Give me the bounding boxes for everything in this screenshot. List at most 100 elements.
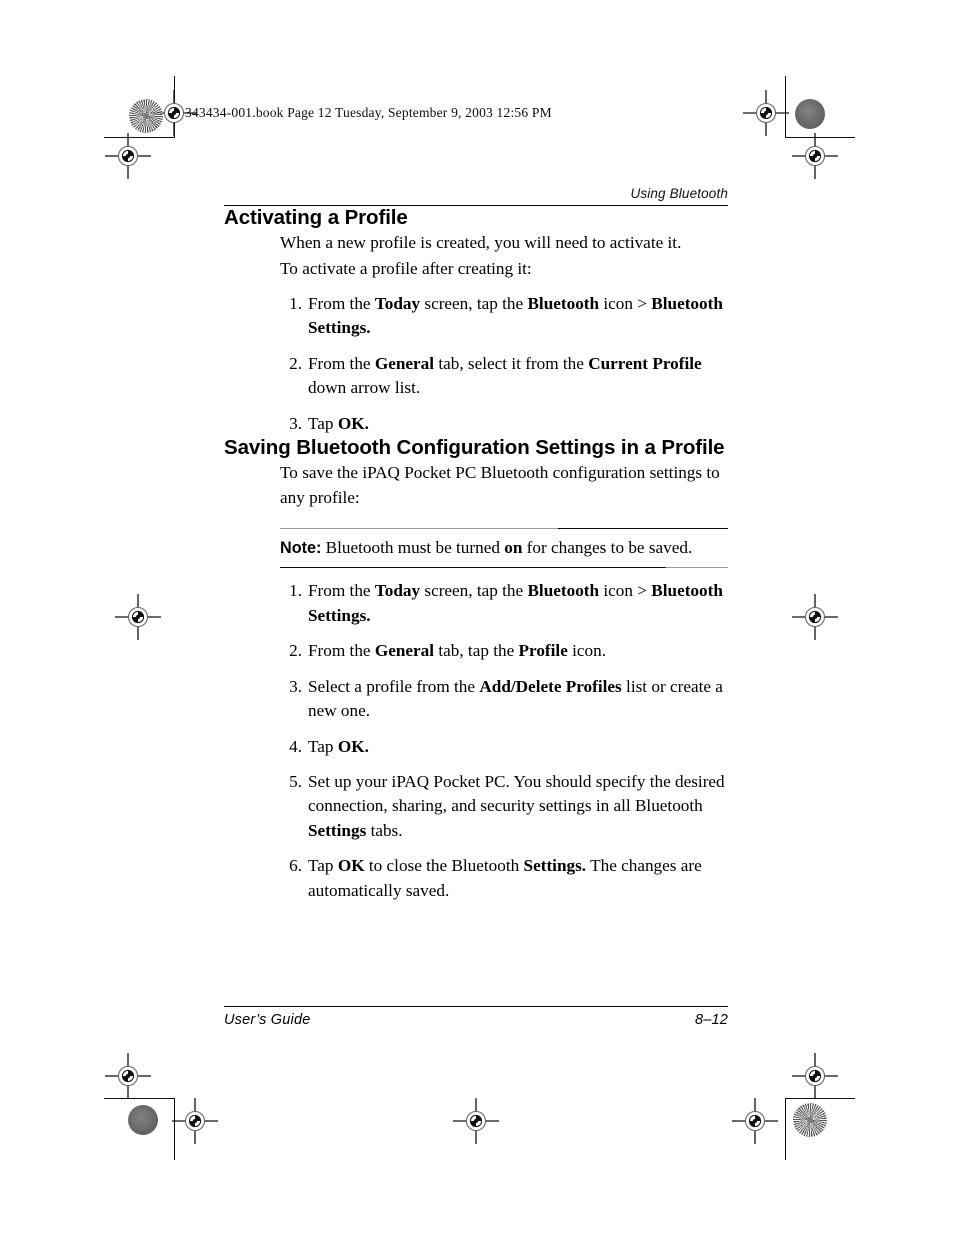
body-text: tab, select it from the bbox=[434, 353, 589, 373]
list-item-number: 2. bbox=[289, 641, 302, 661]
emphasis-text: Bluetooth bbox=[527, 293, 600, 313]
registration-mark-bottom-right-high bbox=[792, 1053, 838, 1099]
body-text: Tap bbox=[308, 856, 338, 876]
section-heading-saving-bluetooth-configuration-settings: Saving Bluetooth Configuration Settings … bbox=[224, 436, 725, 460]
emphasis-text: OK. bbox=[337, 413, 369, 433]
body-text: Set up your iPAQ Pocket PC. You should s… bbox=[308, 772, 725, 816]
note-label: Note: bbox=[280, 539, 322, 558]
body-text: down arrow list. bbox=[308, 378, 421, 398]
crop-line-top-right-vertical bbox=[785, 76, 786, 138]
body-text: From the bbox=[308, 581, 375, 601]
body-text: screen, tap the bbox=[420, 293, 528, 313]
list-item: 5. Set up your iPAQ Pocket PC. You should… bbox=[280, 770, 728, 843]
list-item: 2. From the General tab, select it from t… bbox=[280, 352, 728, 401]
body-text: Tap bbox=[308, 413, 338, 433]
body-text: From the bbox=[308, 353, 375, 373]
paragraph: To save the iPAQ Pocket PC Bluetooth con… bbox=[280, 463, 720, 508]
note-callout: Note: Bluetooth must be turned on for ch… bbox=[280, 527, 728, 569]
steps-list-saving-configuration: 1. From the Today screen, tap the Bluetoo… bbox=[280, 579, 728, 903]
emphasis-text: Today bbox=[374, 293, 421, 313]
star-target-pattern bbox=[793, 1103, 827, 1137]
registration-mark-bottom-right bbox=[732, 1098, 778, 1144]
registration-mark-top-left-low bbox=[105, 133, 151, 179]
body-text: screen, tap the bbox=[420, 581, 528, 601]
body-text: Bluetooth must be turned bbox=[321, 538, 505, 558]
list-item: 6. Tap OK to close the Bluetooth Settings… bbox=[280, 854, 728, 903]
paragraph: When a new profile is created, you will … bbox=[280, 233, 682, 253]
halftone-star-target-bottom-right bbox=[793, 1103, 827, 1137]
note-text: Note: Bluetooth must be turned on for ch… bbox=[280, 529, 728, 567]
list-item: 1. From the Today screen, tap the Bluetoo… bbox=[280, 579, 728, 628]
list-item-number: 6. bbox=[289, 856, 302, 876]
registration-mark-middle-right bbox=[792, 594, 838, 640]
list-item-text: Select a profile from the Add/Delete Pro… bbox=[308, 677, 723, 720]
list-item: 3. Select a profile from the Add/Delete P… bbox=[280, 675, 728, 724]
registration-mark-top-right-low bbox=[792, 133, 838, 179]
body-text: Select a profile from the bbox=[308, 676, 480, 696]
list-item-number: 2. bbox=[289, 353, 302, 373]
body-text: Tap bbox=[308, 736, 338, 756]
list-item-text: Tap OK. bbox=[308, 737, 369, 756]
footer-document-title: User’s Guide bbox=[224, 1012, 311, 1029]
body-text: tabs. bbox=[366, 820, 403, 840]
list-item-number: 4. bbox=[289, 736, 302, 756]
star-target-pattern bbox=[129, 99, 163, 133]
footer-page-number: 8–12 bbox=[694, 1012, 728, 1029]
emphasis-text: General bbox=[374, 353, 435, 373]
list-item-number: 3. bbox=[289, 676, 302, 696]
halftone-star-target-top-left bbox=[129, 99, 163, 133]
solid-dot-target-bottom-left bbox=[128, 1105, 158, 1135]
body-text: icon > bbox=[599, 293, 652, 313]
emphasis-text: Today bbox=[374, 581, 421, 601]
body-text: for changes to be saved. bbox=[522, 538, 693, 558]
crop-line-top-left-vertical bbox=[174, 76, 175, 138]
emphasis-text: Add/Delete Profiles bbox=[479, 676, 622, 696]
section-steps-saving-configuration: 1. From the Today screen, tap the Bluetoo… bbox=[280, 579, 728, 903]
crop-line-top-right-horizontal bbox=[785, 137, 855, 138]
paragraph: To activate a profile after creating it: bbox=[280, 258, 532, 278]
emphasis-text: OK. bbox=[337, 736, 369, 756]
registration-mark-bottom-left bbox=[172, 1098, 218, 1144]
list-item: 1. From the Today screen, tap the Bluetoo… bbox=[280, 292, 728, 341]
emphasis-text: Current Profile bbox=[588, 353, 702, 373]
crop-line-top-left-horizontal bbox=[104, 137, 174, 138]
crop-line-bottom-left-vertical bbox=[174, 1098, 175, 1160]
registration-mark-bottom-left-high bbox=[105, 1053, 151, 1099]
emphasis-text: Bluetooth bbox=[527, 581, 600, 601]
list-item: 3. Tap OK. bbox=[280, 412, 728, 436]
emphasis-text: Profile bbox=[518, 641, 568, 661]
section-heading-activating-a-profile: Activating a Profile bbox=[224, 206, 408, 230]
list-item-text: From the General tab, tap the Profile ic… bbox=[308, 641, 606, 660]
list-item-number: 1. bbox=[289, 293, 302, 313]
steps-list-activating-a-profile: 1. From the Today screen, tap the Bluetoo… bbox=[280, 292, 728, 436]
registration-mark-top-right bbox=[743, 90, 789, 136]
crop-line-bottom-left-horizontal bbox=[104, 1098, 174, 1099]
registration-mark-bottom-center bbox=[453, 1098, 499, 1144]
running-head: Using Bluetooth bbox=[630, 186, 728, 201]
body-text: icon > bbox=[599, 581, 652, 601]
registration-mark-middle-left bbox=[115, 594, 161, 640]
body-text: icon. bbox=[567, 641, 607, 661]
emphasis-text: OK bbox=[337, 856, 365, 876]
list-item-text: Tap OK. bbox=[308, 414, 369, 433]
page-content: Using Bluetooth Activating a Profile Whe… bbox=[224, 186, 728, 903]
list-item-text: From the Today screen, tap the Bluetooth… bbox=[308, 581, 723, 624]
list-item-text: Set up your iPAQ Pocket PC. You should s… bbox=[308, 772, 725, 840]
solid-dot-target-top-right bbox=[795, 99, 825, 129]
note-rule-bottom bbox=[280, 567, 728, 569]
list-item-text: From the Today screen, tap the Bluetooth… bbox=[308, 294, 723, 337]
list-item-number: 1. bbox=[289, 581, 302, 601]
body-text: tab, tap the bbox=[434, 641, 519, 661]
section-body-activating-a-profile: When a new profile is created, you will … bbox=[280, 230, 728, 436]
body-text: From the bbox=[308, 641, 375, 661]
list-item-number: 3. bbox=[289, 413, 302, 433]
book-slug-line: 343434-001.book Page 12 Tuesday, Septemb… bbox=[185, 105, 552, 120]
emphasis-text: Settings bbox=[308, 820, 367, 840]
section-body-saving-configuration: To save the iPAQ Pocket PC Bluetooth con… bbox=[280, 460, 728, 511]
page-footer: User’s Guide 8–12 bbox=[224, 1006, 728, 1028]
crop-line-bottom-right-vertical bbox=[785, 1098, 786, 1160]
list-item-number: 5. bbox=[289, 772, 302, 792]
body-text: From the bbox=[308, 293, 375, 313]
note-message: Bluetooth must be turned on for changes … bbox=[321, 538, 693, 558]
list-item: 4. Tap OK. bbox=[280, 735, 728, 759]
